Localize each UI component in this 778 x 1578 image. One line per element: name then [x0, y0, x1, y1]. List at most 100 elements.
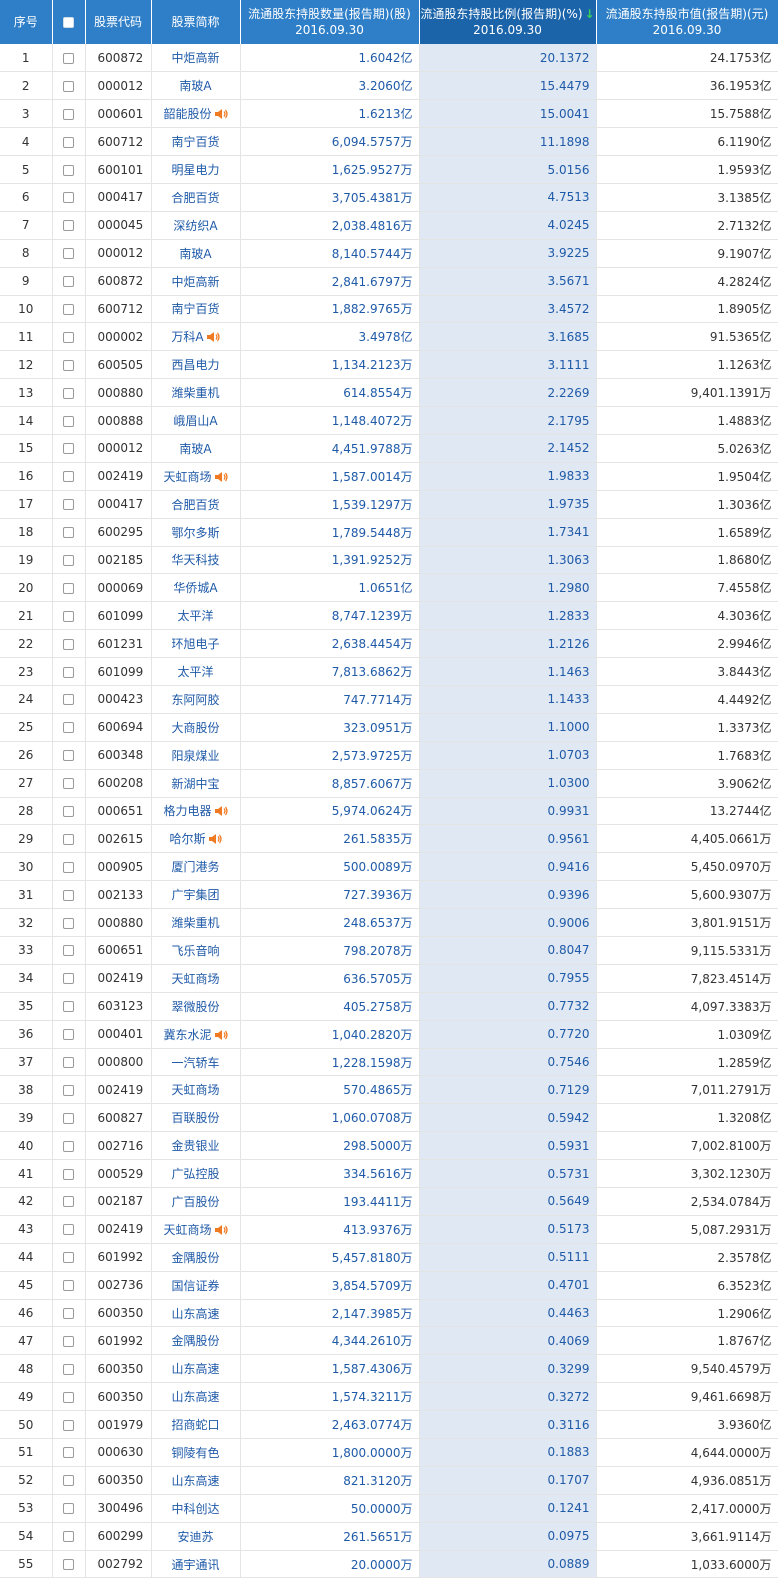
row-stock-name-cell[interactable]: 山东高速 — [151, 1466, 241, 1495]
table-row[interactable]: 54 600299 安迪苏 261.5651万 0.0975 3,661.9114万 — [0, 1522, 778, 1551]
row-share-ratio[interactable]: 0.5942 — [419, 1103, 597, 1133]
row-checkbox[interactable] — [63, 52, 74, 64]
row-share-qty[interactable]: 4,344.2610万 — [240, 1326, 420, 1356]
table-row[interactable]: 4 600712 南宁百货 6,094.5757万 11.1898 6.1190亿 — [0, 127, 778, 157]
row-checkbox[interactable] — [63, 1475, 74, 1487]
row-checkbox[interactable] — [63, 1335, 74, 1347]
row-share-qty[interactable]: 298.5000万 — [240, 1131, 420, 1161]
table-row[interactable]: 47 601992 金隅股份 4,344.2610万 0.4069 1.8767亿 — [0, 1326, 778, 1356]
row-share-qty[interactable]: 2,038.4816万 — [240, 211, 420, 240]
row-share-qty[interactable]: 1,060.0708万 — [240, 1103, 420, 1133]
row-stock-name-link[interactable]: 山东高速 — [171, 1390, 219, 1404]
row-stock-name-cell[interactable]: 冀东水泥 — [151, 1020, 241, 1049]
row-share-qty[interactable]: 1,789.5448万 — [240, 518, 420, 547]
row-checkbox[interactable] — [63, 778, 74, 790]
row-stock-name-link[interactable]: 万科A — [171, 330, 203, 344]
row-stock-name-cell[interactable]: 国信证券 — [151, 1271, 241, 1300]
row-checkbox-cell[interactable] — [52, 741, 86, 770]
row-share-qty[interactable]: 323.0951万 — [240, 713, 420, 742]
table-row[interactable]: 31 002133 广宇集团 727.3936万 0.9396 5,600.9307万 — [0, 880, 778, 910]
row-checkbox[interactable] — [63, 1503, 74, 1515]
row-share-qty[interactable]: 3.4978亿 — [240, 322, 420, 352]
table-row[interactable]: 36 000401 冀东水泥 1,040.2820万 0.7720 1.0309亿 — [0, 1020, 778, 1049]
row-stock-name-cell[interactable]: 鄂尔多斯 — [151, 518, 241, 547]
table-row[interactable]: 41 000529 广弘控股 334.5616万 0.5731 3,302.1230万 — [0, 1159, 778, 1189]
row-share-ratio[interactable]: 1.1000 — [419, 713, 597, 742]
row-share-qty[interactable]: 3,705.4381万 — [240, 183, 420, 212]
row-checkbox[interactable] — [63, 889, 74, 901]
row-share-ratio[interactable]: 3.1111 — [419, 350, 597, 380]
row-stock-name-cell[interactable]: 天虹商场 — [151, 1215, 241, 1244]
row-share-qty[interactable]: 6,094.5757万 — [240, 127, 420, 157]
row-stock-name-cell[interactable]: 太平洋 — [151, 601, 241, 631]
row-checkbox-cell[interactable] — [52, 490, 86, 519]
row-share-ratio[interactable]: 3.5671 — [419, 267, 597, 296]
row-checkbox-cell[interactable] — [52, 573, 86, 603]
row-checkbox-cell[interactable] — [52, 1075, 86, 1105]
row-share-qty[interactable]: 1,040.2820万 — [240, 1020, 420, 1049]
row-stock-name-link[interactable]: 潍柴重机 — [171, 916, 219, 930]
table-row[interactable]: 3 000601 韶能股份 1.6213亿 15.0041 15.7588亿 — [0, 99, 778, 129]
row-stock-name-link[interactable]: 天虹商场 — [163, 1223, 211, 1237]
row-stock-name-link[interactable]: 合肥百货 — [171, 498, 219, 512]
row-share-qty[interactable]: 1.6213亿 — [240, 99, 420, 129]
row-stock-name-link[interactable]: 东阿阿胶 — [171, 693, 219, 707]
header-ratio[interactable]: 流通股东持股比例(报告期)(%) ↓ 2016.09.30 — [419, 0, 597, 44]
table-row[interactable]: 17 000417 合肥百货 1,539.1297万 1.9735 1.3036亿 — [0, 490, 778, 519]
row-checkbox[interactable] — [63, 554, 74, 566]
table-row[interactable]: 26 600348 阳泉煤业 2,573.9725万 1.0703 1.7683亿 — [0, 741, 778, 770]
speaker-icon[interactable] — [208, 833, 222, 845]
row-share-ratio[interactable]: 0.5111 — [419, 1243, 597, 1272]
row-checkbox-cell[interactable] — [52, 267, 86, 296]
row-share-qty[interactable]: 821.3120万 — [240, 1466, 420, 1495]
speaker-icon[interactable] — [214, 1224, 228, 1236]
row-stock-name-link[interactable]: 阳泉煤业 — [171, 749, 219, 763]
row-stock-name-cell[interactable]: 山东高速 — [151, 1299, 241, 1328]
row-stock-name-link[interactable]: 安迪苏 — [177, 1530, 213, 1544]
row-share-ratio[interactable]: 1.7341 — [419, 518, 597, 547]
row-checkbox[interactable] — [63, 582, 74, 594]
row-stock-name-link[interactable]: 南宁百货 — [171, 135, 219, 149]
row-share-ratio[interactable]: 0.0975 — [419, 1522, 597, 1551]
row-share-ratio[interactable]: 5.0156 — [419, 155, 597, 184]
row-checkbox-cell[interactable] — [52, 1271, 86, 1300]
row-share-qty[interactable]: 614.8554万 — [240, 378, 420, 408]
row-share-qty[interactable]: 193.4411万 — [240, 1187, 420, 1216]
row-checkbox-cell[interactable] — [52, 1131, 86, 1161]
row-share-ratio[interactable]: 0.3299 — [419, 1354, 597, 1384]
row-share-qty[interactable]: 570.4865万 — [240, 1075, 420, 1105]
row-stock-name-cell[interactable]: 金隅股份 — [151, 1243, 241, 1272]
row-share-qty[interactable]: 3,854.5709万 — [240, 1271, 420, 1300]
row-share-qty[interactable]: 747.7714万 — [240, 685, 420, 714]
row-checkbox[interactable] — [63, 1363, 74, 1375]
row-checkbox[interactable] — [63, 499, 74, 511]
row-stock-name-link[interactable]: 哈尔斯 — [169, 832, 205, 846]
row-stock-name-link[interactable]: 南玻A — [179, 247, 211, 261]
row-share-qty[interactable]: 1,587.0014万 — [240, 462, 420, 491]
row-stock-name-cell[interactable]: 华天科技 — [151, 546, 241, 575]
row-stock-name-cell[interactable]: 通宇通讯 — [151, 1550, 241, 1578]
row-checkbox[interactable] — [63, 1196, 74, 1208]
row-checkbox[interactable] — [63, 833, 74, 845]
row-checkbox[interactable] — [63, 1559, 74, 1571]
row-stock-name-cell[interactable]: 南宁百货 — [151, 295, 241, 324]
row-checkbox[interactable] — [63, 1391, 74, 1403]
row-checkbox[interactable] — [63, 443, 74, 455]
row-share-ratio[interactable]: 0.4701 — [419, 1271, 597, 1300]
row-share-ratio[interactable]: 1.2833 — [419, 601, 597, 631]
table-row[interactable]: 39 600827 百联股份 1,060.0708万 0.5942 1.3208亿 — [0, 1103, 778, 1133]
row-share-qty[interactable]: 2,638.4454万 — [240, 629, 420, 659]
row-checkbox[interactable] — [63, 136, 74, 148]
row-checkbox-cell[interactable] — [52, 1466, 86, 1495]
row-checkbox-cell[interactable] — [52, 685, 86, 714]
row-checkbox[interactable] — [63, 610, 74, 622]
row-checkbox-cell[interactable] — [52, 1159, 86, 1189]
row-share-ratio[interactable]: 0.3116 — [419, 1410, 597, 1440]
row-stock-name-cell[interactable]: 中炬高新 — [151, 44, 241, 73]
row-stock-name-cell[interactable]: 安迪苏 — [151, 1522, 241, 1551]
row-share-ratio[interactable]: 3.9225 — [419, 239, 597, 268]
row-stock-name-cell[interactable]: 华侨城A — [151, 573, 241, 603]
row-checkbox-cell[interactable] — [52, 657, 86, 686]
row-checkbox[interactable] — [63, 805, 74, 817]
row-stock-name-link[interactable]: 冀东水泥 — [163, 1028, 211, 1042]
